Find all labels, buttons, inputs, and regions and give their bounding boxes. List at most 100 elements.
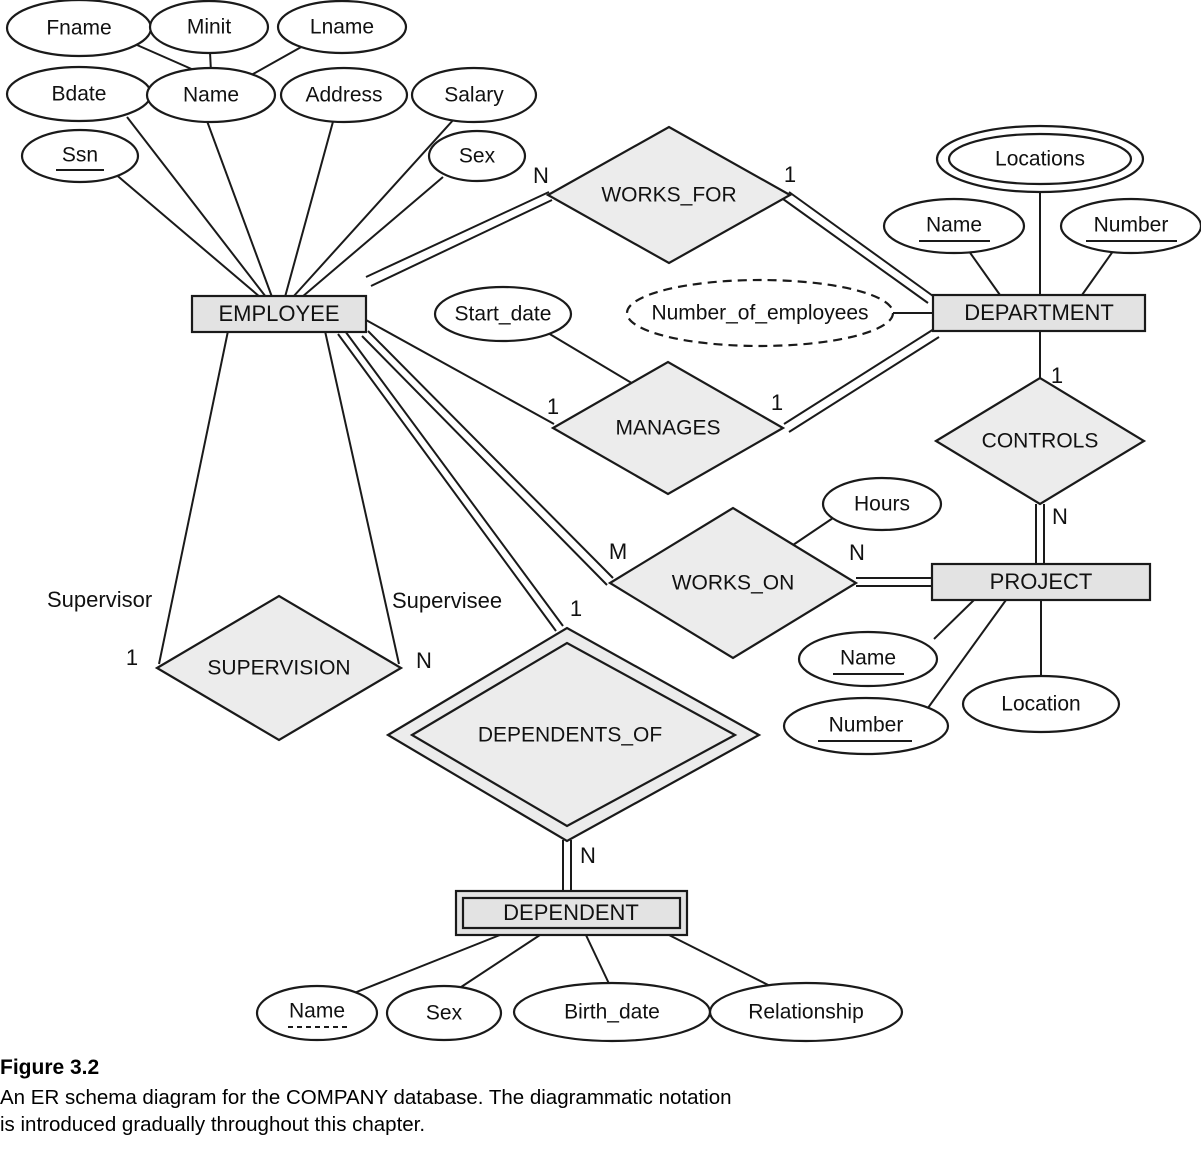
link-proj_name-project [933, 599, 975, 640]
link-employee-works_for-b [370, 199, 553, 287]
relationship-works_on[interactable]: WORKS_ON [607, 506, 859, 660]
link-bdate-employee [126, 116, 267, 298]
bdate-label: Bdate [52, 83, 107, 106]
link-dep_birth_date-dependent [584, 932, 613, 991]
department-label: DEPARTMENT [964, 300, 1114, 325]
entity-dependent[interactable]: DEPENDENT [454, 889, 689, 937]
cardinality-works_on-employee: M [609, 539, 627, 564]
attribute-fname[interactable]: Fname [5, 0, 153, 58]
link-dept_name-department [965, 246, 1001, 296]
works_on-label: WORKS_ON [672, 572, 795, 595]
relationship-works_for[interactable]: WORKS_FOR [545, 125, 793, 265]
cardinality-supervision-supervisee: N [416, 648, 432, 673]
link-dept_number-department [1081, 246, 1117, 296]
hours-label: Hours [854, 493, 910, 516]
link-dep_name-dependent [348, 932, 506, 996]
cardinality-works_for-employee: N [533, 163, 549, 188]
proj_number-label: Number [829, 714, 904, 737]
salary-label: Salary [444, 84, 504, 107]
entity-department[interactable]: DEPARTMENT [931, 293, 1147, 333]
attribute-lname[interactable]: Lname [276, 0, 408, 55]
er-schema-diagram: WORKS_FOR MANAGES WORKS_ON CONTROLS SUPE… [0, 0, 1201, 1158]
link-employee-dependents_of-a [344, 330, 564, 627]
relationship-manages[interactable]: MANAGES [550, 360, 786, 496]
link-lname-name [245, 45, 304, 79]
figure-number: Figure 3.2 [0, 1056, 100, 1079]
num_employees-label: Number_of_employees [651, 302, 868, 325]
attribute-proj_number[interactable]: Number [782, 696, 950, 756]
attribute-name[interactable]: Name [145, 66, 277, 124]
attribute-address[interactable]: Address [279, 66, 409, 124]
dept_number-label: Number [1094, 214, 1169, 237]
cardinality-manages-department: 1 [771, 390, 783, 415]
entity-project[interactable]: PROJECT [930, 562, 1152, 602]
attribute-dep_sex[interactable]: Sex [385, 984, 503, 1042]
link-employee-dependents_of-b [337, 333, 557, 632]
cardinality-dependents_of-employee: 1 [570, 596, 582, 621]
sex-label: Sex [459, 145, 496, 168]
link-sex-employee [301, 176, 444, 298]
link-salary-employee [292, 117, 456, 298]
link-ssn-employee [112, 171, 261, 298]
attribute-locations[interactable]: Locations [935, 124, 1145, 194]
attribute-dep_name[interactable]: Name [255, 984, 379, 1042]
lname-label: Lname [310, 16, 374, 39]
supervision-label: SUPERVISION [207, 657, 350, 680]
dept_name-label: Name [926, 214, 982, 237]
attribute-minit[interactable]: Minit [148, 0, 270, 55]
relationship-dependents_of[interactable]: DEPENDENTS_OF [385, 626, 762, 843]
relationship-controls[interactable]: CONTROLS [933, 376, 1147, 506]
link-manages-department-b [788, 336, 940, 433]
attribute-dept_number[interactable]: Number [1059, 197, 1201, 255]
cardinality-controls-department: 1 [1051, 363, 1063, 388]
attribute-num_employees[interactable]: Number_of_employees [625, 278, 895, 348]
attribute-dept_name[interactable]: Name [882, 197, 1026, 255]
attribute-sex[interactable]: Sex [427, 129, 527, 183]
attribute-bdate[interactable]: Bdate [5, 65, 153, 123]
cardinality-works_on-project: N [849, 540, 865, 565]
attribute-proj_name[interactable]: Name [797, 630, 939, 688]
fname-label: Fname [46, 17, 111, 40]
dep_birth_date-label: Birth_date [564, 1001, 660, 1024]
role-supervisor: Supervisor [47, 587, 152, 612]
er-diagram-canvas: WORKS_FOR MANAGES WORKS_ON CONTROLS SUPE… [5, 0, 1201, 1043]
cardinality-supervision-supervisor: 1 [126, 645, 138, 670]
link-name-employee [206, 120, 273, 298]
link-dep_sex-dependent [451, 932, 544, 994]
entity-employee[interactable]: EMPLOYEE [190, 294, 368, 334]
cardinality-works_for-department: 1 [784, 162, 796, 187]
minit-label: Minit [187, 16, 232, 39]
relationship-supervision[interactable]: SUPERVISION [154, 594, 404, 742]
figure-caption-line-1: An ER schema diagram for the COMPANY dat… [0, 1086, 732, 1110]
link-employee-works_on-b [361, 335, 608, 586]
attribute-salary[interactable]: Salary [410, 66, 538, 124]
locations-label: Locations [995, 148, 1085, 171]
start_date-label: Start_date [455, 303, 552, 326]
attribute-hours[interactable]: Hours [821, 476, 943, 532]
dependents_of-label: DEPENDENTS_OF [478, 724, 662, 747]
controls-label: CONTROLS [982, 430, 1099, 453]
manages-label: MANAGES [615, 417, 720, 440]
dep_sex-label: Sex [426, 1002, 463, 1025]
name-label: Name [183, 84, 239, 107]
attribute-shapes: Fname Minit Lname Bdate Name Address Sal… [5, 0, 1201, 1043]
attribute-dep_relationship[interactable]: Relationship [708, 981, 904, 1043]
cardinality-controls-project: N [1052, 504, 1068, 529]
attribute-proj_location[interactable]: Location [961, 674, 1121, 734]
employee-label: EMPLOYEE [218, 301, 339, 326]
attribute-dep_birth_date[interactable]: Birth_date [512, 981, 712, 1043]
figure-caption: Figure 3.2 An ER schema diagram for the … [0, 1055, 1201, 1138]
cardinality-manages-employee: 1 [547, 394, 559, 419]
cardinality-dependents_of-dependent: N [580, 843, 596, 868]
address-label: Address [305, 84, 382, 107]
figure-caption-line-2: is introduced gradually throughout this … [0, 1113, 426, 1137]
proj_location-label: Location [1001, 693, 1080, 716]
link-hours-works_on [792, 517, 834, 546]
dependent-label: DEPENDENT [503, 900, 639, 925]
link-dep_relationship-dependent [664, 932, 785, 994]
ssn-label: Ssn [62, 144, 98, 167]
proj_name-label: Name [840, 647, 896, 670]
attribute-start_date[interactable]: Start_date [433, 285, 573, 343]
link-employee-supervision-supervisee [324, 330, 400, 665]
attribute-ssn[interactable]: Ssn [20, 128, 140, 184]
